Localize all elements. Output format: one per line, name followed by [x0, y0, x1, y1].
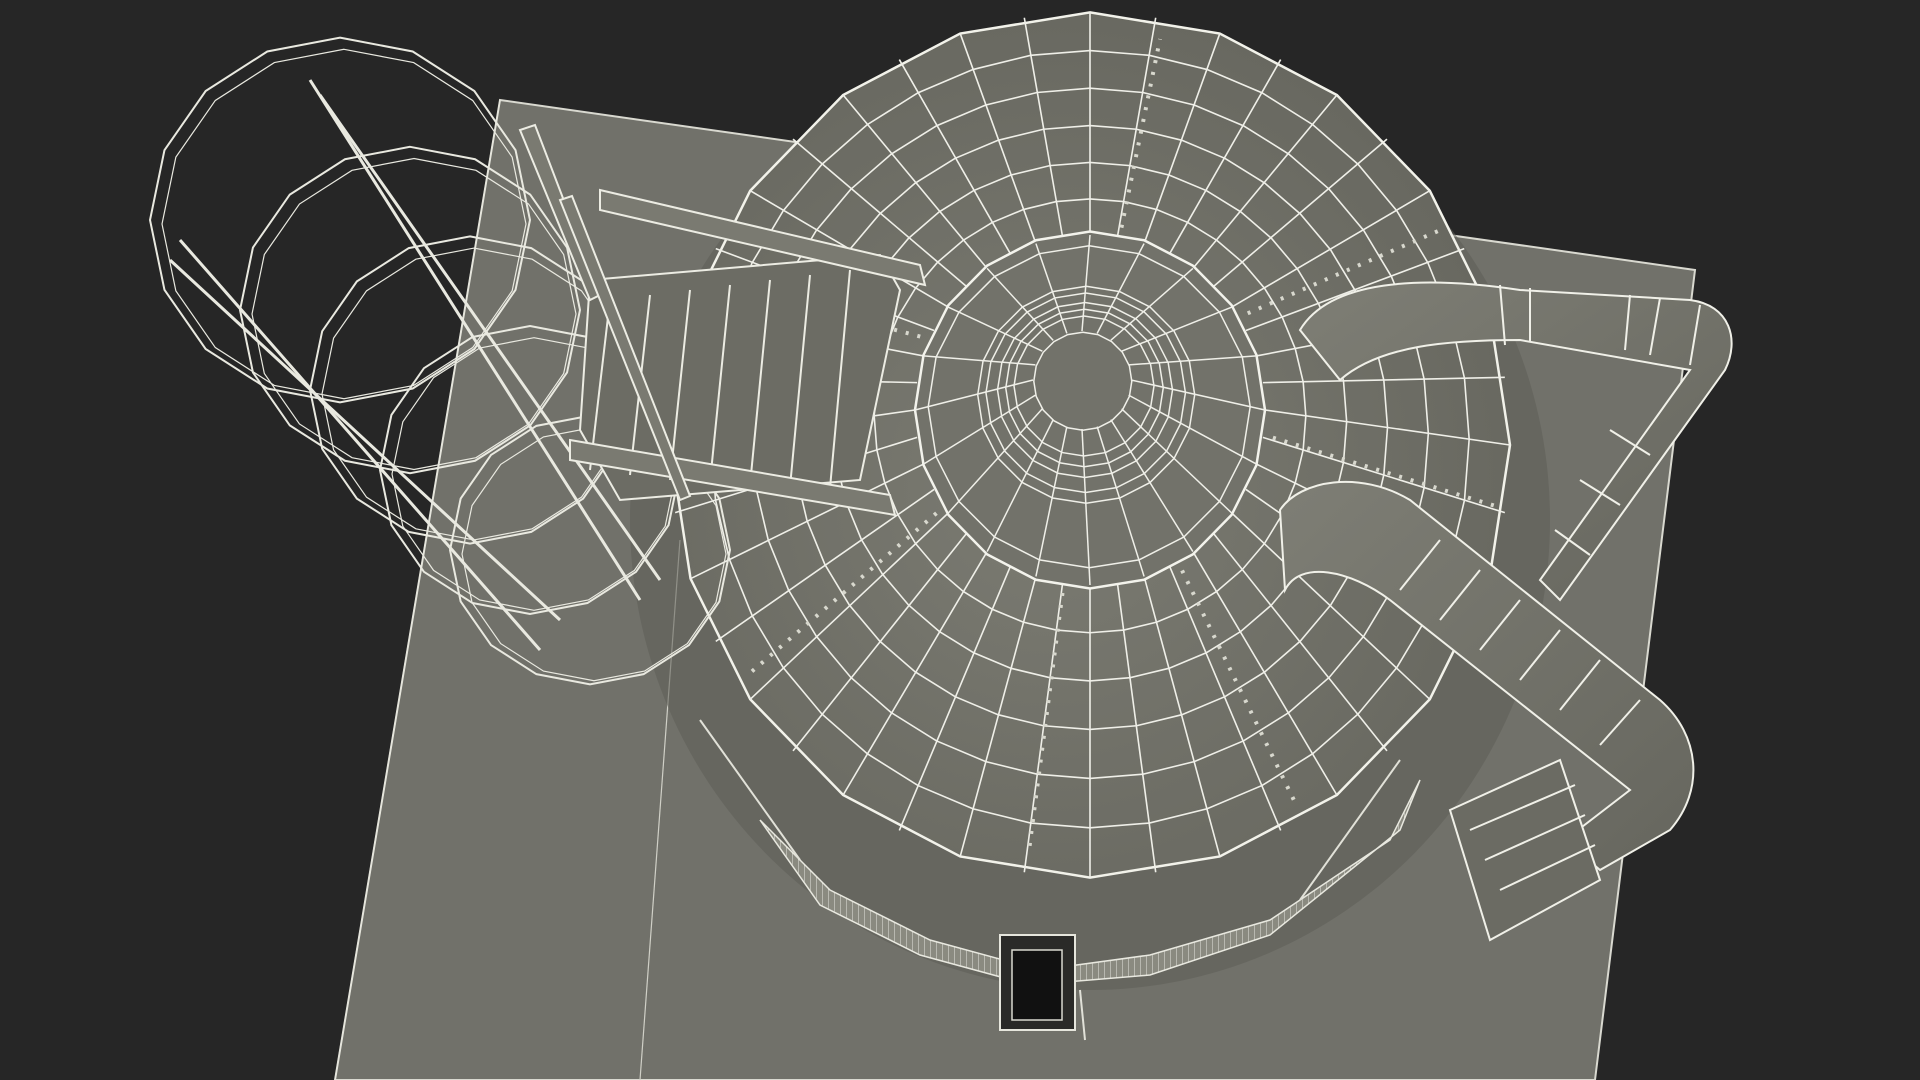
wireframe-scene — [148, 11, 1733, 1080]
render-viewport — [0, 0, 1920, 1080]
roof-cap — [913, 230, 1267, 590]
